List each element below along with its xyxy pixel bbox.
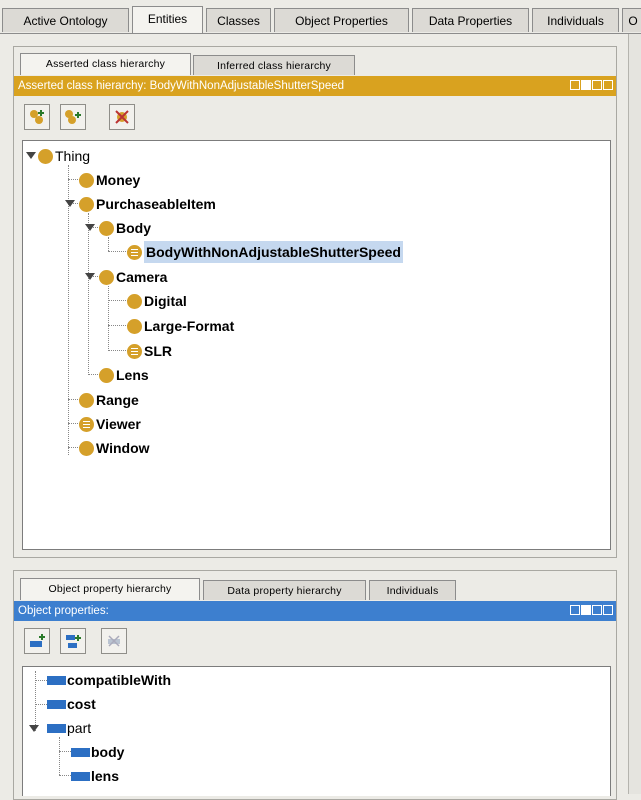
expand-triangle-icon[interactable]	[29, 725, 39, 732]
delete-class-button[interactable]	[109, 104, 135, 130]
tab-bar-divider	[0, 33, 641, 34]
tree-node-viewer[interactable]: Viewer	[79, 413, 141, 435]
maximize-icon[interactable]	[592, 80, 602, 90]
class-panel-window-buttons[interactable]	[570, 80, 613, 92]
close-icon[interactable]	[603, 605, 613, 615]
property-node-lens[interactable]: lens	[71, 765, 119, 787]
add-subproperty-icon	[30, 634, 45, 647]
tree-node-slr[interactable]: SLR	[127, 340, 172, 362]
tab-object-properties[interactable]: Object Properties	[274, 8, 409, 32]
tree-node-lens[interactable]: Lens	[99, 364, 149, 386]
class-icon	[127, 293, 142, 309]
equivalent-class-icon	[127, 244, 142, 260]
tree-node-money[interactable]: Money	[79, 169, 140, 191]
tab-overflow[interactable]: O	[622, 8, 641, 32]
equivalent-class-icon	[127, 343, 142, 359]
add-sibling-class-button[interactable]	[60, 104, 86, 130]
tree-node-range[interactable]: Range	[79, 389, 139, 411]
class-icon	[38, 148, 53, 164]
add-sibling-property-icon	[66, 635, 81, 648]
tab-entities[interactable]: Entities	[132, 6, 203, 34]
float-icon[interactable]	[570, 80, 580, 90]
object-property-tree: compatibleWith cost part body lens	[22, 666, 611, 796]
tree-node-digital[interactable]: Digital	[127, 290, 187, 312]
tree-node-bodywithnonadjustableshutterspeed[interactable]: BodyWithNonAdjustableShutterSpeed	[127, 241, 403, 263]
split-icon[interactable]	[581, 80, 591, 90]
expand-triangle-icon[interactable]	[85, 273, 95, 280]
class-icon	[99, 220, 114, 236]
property-node-compatiblewith[interactable]: compatibleWith	[47, 669, 171, 691]
equivalent-class-icon	[79, 416, 94, 432]
property-panel-title-bar: Object properties:	[14, 601, 616, 621]
delete-property-icon	[108, 635, 120, 647]
expand-triangle-icon[interactable]	[65, 200, 75, 207]
add-sibling-class-icon	[65, 110, 81, 124]
expand-triangle-icon[interactable]	[85, 224, 95, 231]
close-icon[interactable]	[603, 80, 613, 90]
tab-object-property-hierarchy[interactable]: Object property hierarchy	[20, 578, 200, 600]
tree-node-purchaseableitem[interactable]: PurchaseableItem	[79, 193, 216, 215]
tab-individuals[interactable]: Individuals	[532, 8, 619, 32]
class-tree: Thing Money PurchaseableItem Body BodyWi…	[22, 140, 611, 550]
tab-asserted-class-hierarchy[interactable]: Asserted class hierarchy	[20, 53, 191, 75]
object-property-icon	[47, 723, 66, 733]
delete-property-button[interactable]	[101, 628, 127, 654]
tab-inferred-class-hierarchy[interactable]: Inferred class hierarchy	[193, 55, 355, 75]
tree-node-window[interactable]: Window	[79, 437, 150, 459]
class-icon	[79, 392, 94, 408]
class-icon	[79, 440, 94, 456]
maximize-icon[interactable]	[592, 605, 602, 615]
property-panel-window-buttons[interactable]	[570, 605, 613, 617]
property-node-cost[interactable]: cost	[47, 693, 96, 715]
object-property-icon	[71, 747, 90, 757]
right-panel-edge	[628, 34, 641, 794]
object-property-icon	[71, 771, 90, 781]
add-subproperty-button[interactable]	[24, 628, 50, 654]
class-icon	[99, 269, 114, 285]
object-property-icon	[47, 675, 66, 685]
object-property-icon	[47, 699, 66, 709]
add-subclass-button[interactable]	[24, 104, 50, 130]
tab-data-property-hierarchy[interactable]: Data property hierarchy	[203, 580, 366, 600]
tab-individuals-panel[interactable]: Individuals	[369, 580, 456, 600]
property-panel-title: Object properties:	[18, 605, 109, 617]
tab-active-ontology[interactable]: Active Ontology	[2, 8, 129, 32]
float-icon[interactable]	[570, 605, 580, 615]
class-panel-title-bar: Asserted class hierarchy: BodyWithNonAdj…	[14, 76, 616, 96]
split-icon[interactable]	[581, 605, 591, 615]
class-icon	[99, 367, 114, 383]
tab-classes[interactable]: Classes	[206, 8, 271, 32]
main-tab-bar: Active Ontology Entities Classes Object …	[0, 0, 641, 34]
class-icon	[79, 172, 94, 188]
add-subclass-icon	[30, 110, 44, 124]
tab-data-properties[interactable]: Data Properties	[412, 8, 529, 32]
delete-class-icon	[115, 110, 129, 124]
property-node-body[interactable]: body	[71, 741, 124, 763]
class-icon	[79, 196, 94, 212]
tree-node-thing[interactable]: Thing	[38, 145, 90, 167]
tree-node-large-format[interactable]: Large-Format	[127, 315, 234, 337]
expand-triangle-icon[interactable]	[26, 152, 36, 159]
class-panel-title: Asserted class hierarchy: BodyWithNonAdj…	[18, 80, 345, 92]
tree-node-body[interactable]: Body	[99, 217, 151, 239]
property-node-part[interactable]: part	[47, 717, 91, 739]
tree-node-camera[interactable]: Camera	[99, 266, 167, 288]
add-sibling-property-button[interactable]	[60, 628, 86, 654]
class-icon	[127, 318, 142, 334]
